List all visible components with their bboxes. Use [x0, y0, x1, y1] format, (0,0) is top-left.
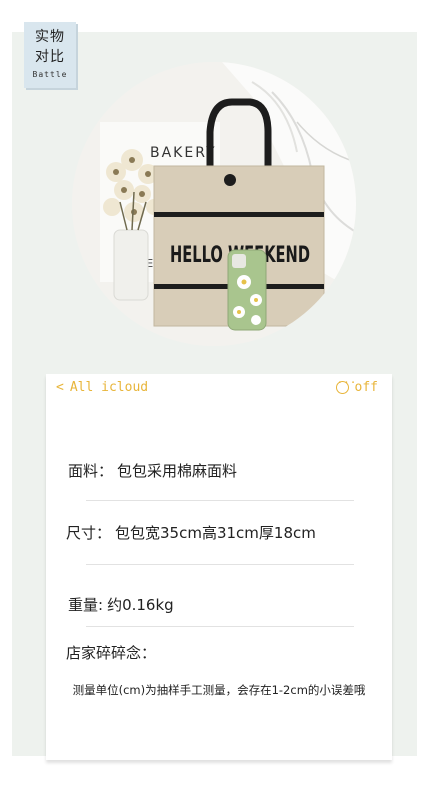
back-link[interactable]: < All icloud [56, 380, 148, 395]
notes-text: 测量单位(cm)为抽样手工测量，会存在1-2cm的小误差哦 [72, 683, 366, 697]
info-card: < All icloud off 面料：包包采用棉麻面料 尺寸：包包宽35cm高3… [46, 374, 392, 760]
chevron-left-icon: < [56, 380, 64, 395]
tag-line-1: 实物 [35, 29, 65, 45]
weight-row: 重量: 约0.16kg [68, 594, 174, 615]
divider [86, 626, 354, 627]
more-icon [335, 376, 349, 394]
title-tag: 实物 对比 Battle [24, 22, 76, 88]
divider [86, 500, 354, 501]
size-value: 包包宽35cm高31cm厚18cm [115, 524, 316, 542]
tag-line-3: Battle [32, 70, 68, 79]
notes-title: 店家碎碎念： [66, 644, 157, 662]
size-row: 尺寸： 包包宽35cm高31cm厚18cm [66, 522, 316, 543]
off-label: off [354, 380, 378, 395]
weight-value: 约0.16kg [107, 596, 174, 614]
back-label: All icloud [69, 380, 149, 395]
divider [86, 564, 354, 565]
material-label: 面料： [68, 462, 114, 480]
tag-line-2: 对比 [35, 49, 65, 65]
material-value: 包包采用棉麻面料 [117, 462, 238, 480]
more-button[interactable]: off [335, 376, 378, 395]
weight-label: 重量: [68, 596, 104, 614]
material-row: 面料： 包包采用棉麻面料 [68, 460, 237, 481]
product-photo: BAKERY UTTE HELLO WEEKEND [72, 62, 356, 346]
size-label: 尺寸： [66, 524, 112, 542]
